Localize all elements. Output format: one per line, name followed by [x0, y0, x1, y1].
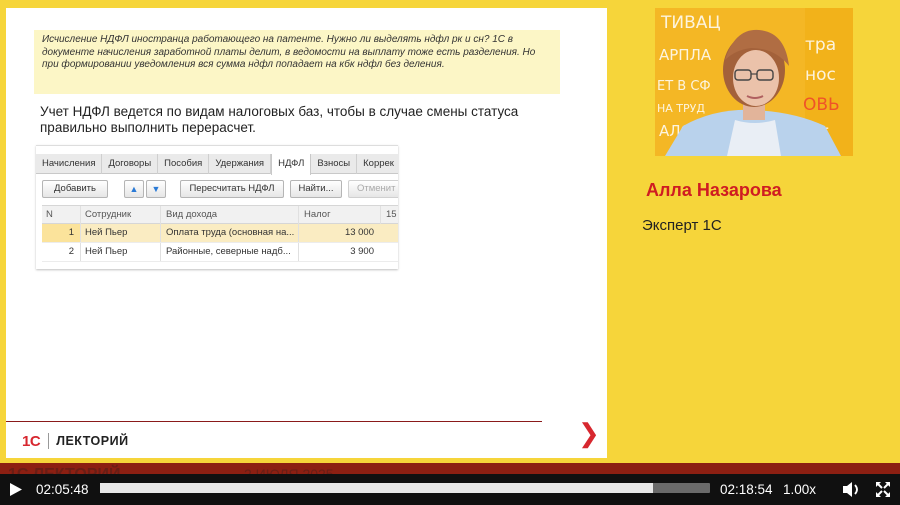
svg-text:ОВЬ: ОВЬ [803, 95, 840, 115]
slide-lead-text: Учет НДФЛ ведется по видам налоговых баз… [40, 104, 519, 135]
row-number: 2 [68, 246, 74, 257]
grid-toolbar: Добавить ▲ ▼ Пересчитать НДФЛ Найти... О… [42, 180, 398, 198]
volume-button[interactable] [841, 474, 861, 505]
col-income-type[interactable]: Вид дохода [160, 206, 298, 224]
svg-text:АРПЛА: АРПЛА [659, 46, 712, 64]
row-number: 1 [42, 224, 80, 242]
lectorium-logo: 1С ЛЕКТОРИЙ [22, 431, 129, 451]
svg-text:нос: нос [805, 65, 836, 85]
logo-separator [48, 433, 50, 449]
next-slide-icon[interactable]: ❯ [578, 420, 600, 446]
viewer-question: Исчисление НДФЛ иностранца работающего н… [34, 30, 560, 94]
tab-accruals[interactable]: Начисления [36, 154, 103, 174]
playback-speed[interactable]: 1.00x [783, 474, 816, 505]
tab-contracts[interactable]: Договоры [102, 154, 159, 174]
svg-text:тра: тра [805, 35, 836, 55]
svg-text:ЕТ В СФ: ЕТ В СФ [657, 79, 711, 94]
move-down-button[interactable]: ▼ [146, 180, 166, 198]
table-header: N Сотрудник Вид дохода Налог 15 [42, 205, 398, 224]
arrow-up-icon: ▲ [129, 184, 139, 194]
1c-document-window: Начисления Договоры Пособия Удержания НД… [36, 145, 398, 269]
recalculate-ndfl-button[interactable]: Пересчитать НДФЛ [180, 180, 284, 198]
row-employee: Ней Пьер [80, 224, 160, 242]
tab-benefits[interactable]: Пособия [158, 154, 210, 174]
cancel-search-button[interactable]: Отменит [348, 180, 398, 198]
seek-bar-progress [100, 483, 653, 493]
speaker-video: ТИВАЦ АРПЛА ЕТ В СФ НА ТРУД АЛО тра нос … [655, 8, 853, 156]
tab-deductions[interactable]: Удержания [209, 154, 272, 174]
seek-bar[interactable] [100, 483, 710, 493]
table-row[interactable]: 2 Ней Пьер Районные, северные надб... 3 … [42, 243, 398, 262]
duration: 02:18:54 [720, 482, 773, 497]
tab-ndfl[interactable]: НДФЛ [271, 154, 312, 175]
col-employee[interactable]: Сотрудник [80, 206, 160, 224]
play-button[interactable] [8, 474, 24, 505]
volume-icon [843, 482, 858, 497]
1c-logo-mark: 1С [22, 432, 41, 450]
video-frame: Исчисление НДФЛ иностранца работающего н… [0, 0, 900, 470]
current-time: 02:05:48 [36, 482, 89, 497]
slide-divider [6, 421, 542, 422]
row-income-type: Районные, северные надб... [160, 243, 298, 261]
presentation-slide: Исчисление НДФЛ иностранца работающего н… [6, 8, 607, 458]
row-tax: 3 900 [298, 243, 380, 261]
col-tax[interactable]: Налог [298, 206, 380, 224]
col-more[interactable]: 15 [380, 206, 398, 224]
speaker-role: Эксперт 1С [642, 217, 722, 234]
fullscreen-icon [876, 482, 890, 497]
row-employee: Ней Пьер [80, 243, 160, 261]
speaker-camera-image: ТИВАЦ АРПЛА ЕТ В СФ НА ТРУД АЛО тра нос … [655, 8, 853, 156]
fullscreen-button[interactable] [874, 474, 892, 505]
table-row[interactable]: 1 Ней Пьер Оплата труда (основная на... … [42, 224, 398, 243]
svg-text:ТИВАЦ: ТИВАЦ [660, 13, 721, 33]
add-button[interactable]: Добавить [42, 180, 108, 198]
col-number[interactable]: N [42, 206, 80, 224]
move-up-button[interactable]: ▲ [124, 180, 144, 198]
tab-corrections[interactable]: Коррек [357, 154, 398, 174]
tab-contributions[interactable]: Взносы [311, 154, 358, 174]
play-icon [10, 483, 22, 496]
ndfl-table: N Сотрудник Вид дохода Налог 15 1 Ней Пь… [42, 205, 398, 262]
row-income-type: Оплата труда (основная на... [160, 224, 298, 242]
document-tabs: Начисления Договоры Пособия Удержания НД… [36, 154, 398, 175]
logo-text: ЛЕКТОРИЙ [56, 434, 129, 448]
svg-text:НА ТРУД: НА ТРУД [657, 102, 705, 115]
speaker-name: Алла Назарова [646, 180, 782, 200]
row-tax: 13 000 [298, 224, 380, 242]
find-button[interactable]: Найти... [290, 180, 342, 198]
arrow-down-icon: ▼ [151, 184, 161, 194]
